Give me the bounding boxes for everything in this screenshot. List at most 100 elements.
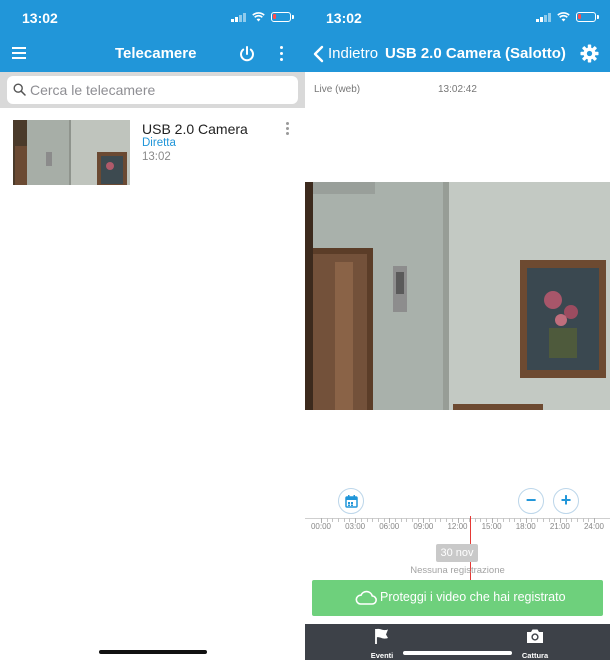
- tab-eventi[interactable]: Eventi: [362, 627, 402, 660]
- search-input[interactable]: Cerca le telecamere: [7, 76, 298, 104]
- timeline-tick: [594, 518, 595, 523]
- timeline-hour-label: 21:00: [549, 522, 570, 531]
- search-placeholder: Cerca le telecamere: [30, 82, 156, 98]
- timeline-hour-label: 15:00: [481, 522, 502, 531]
- timeline-tick: [394, 518, 396, 522]
- timeline-tick: [531, 518, 533, 522]
- calendar-button[interactable]: [338, 488, 364, 514]
- timeline-tick: [497, 518, 499, 522]
- camera-name: USB 2.0 Camera: [142, 121, 248, 137]
- protect-videos-label: Proteggi i video che hai registrato: [380, 590, 566, 604]
- timeline-tick: [480, 518, 482, 522]
- timeline-tick: [508, 518, 510, 522]
- page-title: Telecamere: [115, 45, 197, 62]
- gear-icon[interactable]: [580, 44, 599, 68]
- timeline-tick: [440, 518, 442, 522]
- battery-icon: [576, 12, 599, 22]
- timeline-tick: [554, 518, 556, 522]
- timeline-hour-label: 03:00: [345, 522, 366, 531]
- flag-icon: [375, 628, 388, 644]
- timeline-tick: [326, 518, 328, 522]
- back-button[interactable]: Indietro: [313, 44, 383, 64]
- date-badge: 30 nov: [436, 544, 478, 562]
- status-time: 13:02: [326, 10, 362, 26]
- back-label: Indietro: [328, 45, 379, 62]
- timeline-hour-label: 09:00: [413, 522, 434, 531]
- timeline-tick: [377, 518, 379, 522]
- timeline-tick: [491, 518, 493, 523]
- wifi-icon: [557, 12, 570, 22]
- timeline-tick: [343, 518, 345, 522]
- home-indicator: [99, 650, 207, 654]
- calendar-icon: [344, 495, 358, 508]
- timeline-tick: [446, 518, 448, 522]
- camera-time: 13:02: [142, 151, 171, 163]
- power-icon[interactable]: [238, 45, 256, 68]
- no-recording-label: Nessuna registrazione: [410, 565, 505, 576]
- app-bar: Telecamere: [0, 36, 305, 72]
- status-icons: [231, 12, 294, 22]
- timeline-hour-label: 24:00: [583, 522, 605, 531]
- signal-icon: [231, 12, 246, 22]
- camera-detail-screen: 13:02 Indietro USB 2.0 Camera (Salotto): [305, 0, 610, 660]
- tab-cattura-label: Cattura: [521, 651, 549, 660]
- more-vert-icon[interactable]: [278, 46, 284, 62]
- live-timestamp: 13:02:42: [438, 84, 477, 95]
- home-indicator: [403, 651, 512, 655]
- protect-videos-button[interactable]: Proteggi i video che hai registrato: [312, 580, 603, 616]
- timeline-tick: [485, 518, 487, 522]
- timeline-tick: [559, 518, 561, 523]
- camera-thumbnail[interactable]: [13, 120, 130, 185]
- status-bar: 13:02: [0, 0, 305, 36]
- timeline-tick: [332, 518, 334, 522]
- signal-icon: [536, 12, 551, 22]
- live-label: Live (web): [314, 84, 361, 95]
- timeline-tick: [588, 518, 590, 522]
- timeline-hour-label: 18:00: [515, 522, 536, 531]
- status-icons: [536, 12, 599, 22]
- live-video-feed[interactable]: [305, 182, 610, 410]
- timeline-tick: [423, 518, 425, 523]
- timeline-tick: [571, 518, 573, 522]
- timeline-tick: [372, 518, 374, 522]
- timeline-tick: [576, 518, 578, 522]
- timeline-hour-label: 00:00: [310, 522, 332, 531]
- status-bar: 13:02: [305, 0, 610, 36]
- timeline-tick: [548, 518, 550, 522]
- cloud-icon: [355, 590, 377, 605]
- timeline-tick: [366, 518, 368, 522]
- timeline-tick: [321, 518, 322, 523]
- timeline-hour-label: 12:00: [447, 522, 468, 531]
- hamburger-menu-icon[interactable]: [12, 47, 26, 59]
- timeline-tick: [582, 518, 584, 522]
- recording-timeline[interactable]: 30 nov Nessuna registrazione 00:00 03:00 0…: [305, 514, 610, 584]
- timeline-tick: [463, 518, 465, 522]
- timeline-tick: [468, 518, 470, 522]
- wifi-icon: [252, 12, 265, 22]
- timeline-tick: [514, 518, 516, 522]
- back-chevron-icon: [313, 45, 324, 63]
- timeline-tick: [537, 518, 539, 522]
- timeline-tick: [360, 518, 362, 522]
- timeline-tick: [542, 518, 544, 522]
- timeline-tick: [400, 518, 402, 522]
- zoom-in-button[interactable]: +: [553, 488, 579, 514]
- app-bar: Indietro USB 2.0 Camera (Salotto): [305, 36, 610, 72]
- search-bar-container: Cerca le telecamere: [0, 72, 305, 108]
- timeline-tick: [383, 518, 385, 522]
- camera-icon: [527, 629, 543, 643]
- zoom-out-button[interactable]: −: [518, 488, 544, 514]
- timeline-tick: [389, 518, 391, 523]
- tab-eventi-label: Eventi: [370, 651, 394, 660]
- page-title: USB 2.0 Camera (Salotto): [385, 45, 566, 62]
- timeline-tick: [474, 518, 476, 522]
- tab-cattura[interactable]: Cattura: [515, 627, 555, 660]
- zoom-in-label: +: [560, 490, 572, 510]
- timeline-tick: [525, 518, 527, 523]
- timeline-hour-label: 06:00: [379, 522, 400, 531]
- zoom-out-label: −: [525, 490, 537, 510]
- timeline-tick: [412, 518, 413, 522]
- battery-icon: [271, 12, 294, 22]
- camera-list-item[interactable]: USB 2.0 Camera Diretta 13:02: [0, 116, 305, 188]
- camera-item-more-icon[interactable]: [283, 122, 291, 138]
